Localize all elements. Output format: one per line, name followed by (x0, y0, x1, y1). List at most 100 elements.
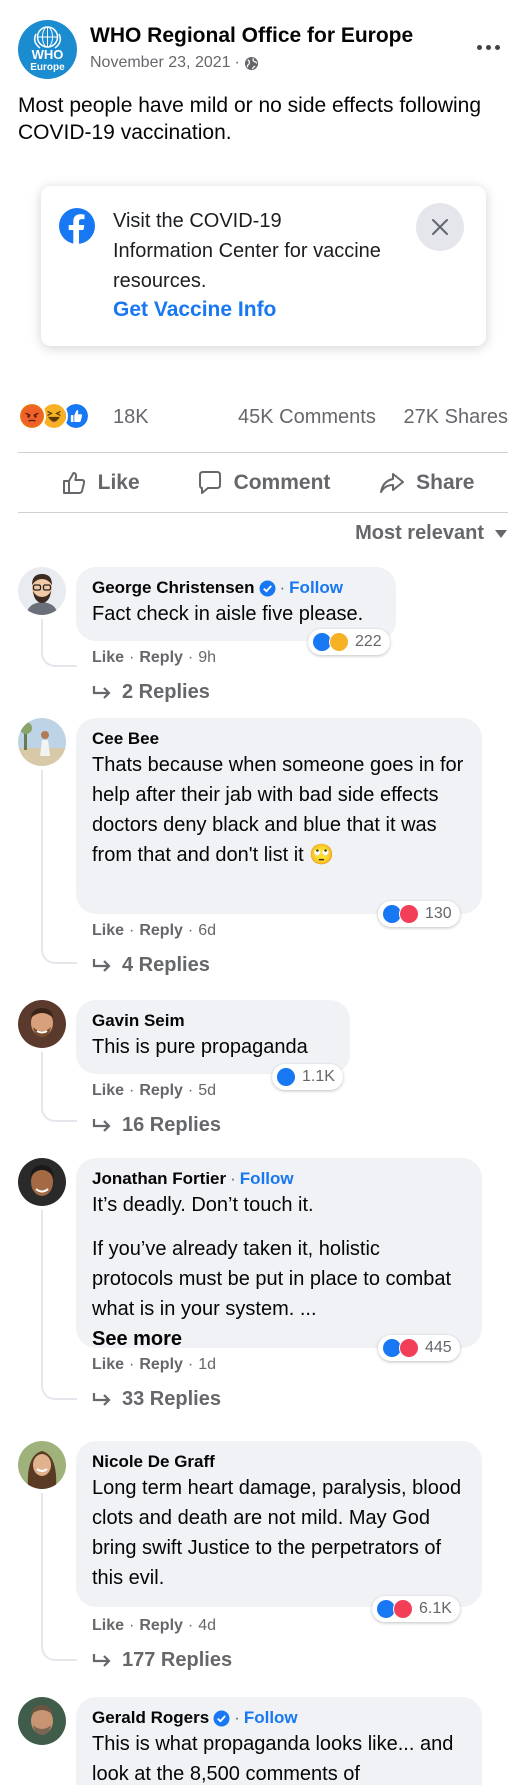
view-replies-button[interactable]: 4 Replies (92, 954, 210, 977)
comment-reactions[interactable]: 222 (308, 629, 390, 655)
comment-reply-button[interactable]: Reply (139, 649, 183, 667)
sort-comments-dropdown[interactable]: Most relevant (355, 522, 508, 545)
comment-text: It’s deadly. Don’t touch it. If you’ve a… (92, 1190, 466, 1354)
comment-time[interactable]: 4d (198, 1617, 216, 1635)
comment-actions: Like · Reply · 9h (92, 649, 216, 667)
facebook-icon (59, 208, 95, 244)
comment-bubble: Gavin Seim This is pure propaganda (76, 1000, 350, 1074)
comment-button[interactable]: Comment (181, 456, 344, 510)
comment-action-separator: · (129, 1617, 135, 1634)
comment-reply-button[interactable]: Reply (139, 1356, 183, 1374)
commenter-avatar[interactable] (18, 1697, 66, 1745)
comment-like-button[interactable]: Like (92, 649, 124, 667)
avatar-photo (18, 1441, 66, 1489)
comment: Gerald Rogers · Follow This is what prop… (18, 1697, 508, 1785)
avatar-illustration (18, 567, 66, 615)
comment-reaction-count: 130 (425, 905, 452, 922)
comment-label: Comment (233, 471, 331, 494)
comment-author-row: Jonathan Fortier · Follow (92, 1168, 466, 1190)
commenter-avatar[interactable] (18, 567, 66, 615)
commenter-avatar[interactable] (18, 1158, 66, 1206)
follow-separator: · (230, 1169, 236, 1188)
reply-arrow-icon (92, 685, 111, 699)
comment-author-row: Cee Bee (92, 728, 466, 750)
close-info-card-button[interactable] (416, 203, 464, 251)
comment-reaction-count: 6.1K (419, 1600, 452, 1617)
comment-action-separator: · (187, 1082, 194, 1099)
share-button[interactable]: Share (345, 456, 508, 510)
comment-author[interactable]: George Christensen (92, 577, 255, 599)
comment-reactions[interactable]: 445 (378, 1335, 460, 1361)
divider (18, 452, 508, 453)
share-icon (380, 473, 405, 493)
thread-line (41, 619, 77, 667)
comments-count[interactable]: 45K Comments (238, 406, 376, 429)
page-avatar[interactable]: WHO Europe (18, 20, 77, 79)
love-icon (399, 904, 419, 924)
comment-like-button[interactable]: Like (92, 1082, 124, 1100)
commenter-avatar[interactable] (18, 718, 66, 766)
shares-count[interactable]: 27K Shares (403, 406, 508, 429)
post-text: Most people have mild or no side effects… (18, 94, 482, 144)
covid-info-card: Visit the COVID-19 Information Center fo… (41, 186, 486, 346)
thread-line (41, 1493, 77, 1661)
comment-reactions[interactable]: 130 (378, 901, 460, 927)
follow-button[interactable]: Follow (240, 1168, 294, 1190)
comment-text: Thats because when someone goes in for h… (92, 754, 464, 866)
commenter-avatar[interactable] (18, 1441, 66, 1489)
comment-reactions[interactable]: 6.1K (372, 1596, 460, 1622)
comment-author[interactable]: Cee Bee (92, 728, 159, 750)
reply-arrow-icon (92, 958, 111, 972)
comment-time[interactable]: 5d (198, 1082, 216, 1100)
replies-count: 33 Replies (122, 1388, 221, 1410)
comment-reply-button[interactable]: Reply (139, 922, 183, 940)
follow-button[interactable]: Follow (289, 577, 343, 599)
comment-author-row: Gerald Rogers · Follow (92, 1707, 466, 1729)
like-label: Like (97, 471, 140, 494)
comment-reply-button[interactable]: Reply (139, 1617, 183, 1635)
comment-action-separator: · (129, 1082, 135, 1099)
love-icon (393, 1599, 413, 1619)
thumbs-up-icon (62, 472, 85, 494)
view-replies-button[interactable]: 33 Replies (92, 1388, 221, 1411)
comment-like-button[interactable]: Like (92, 922, 124, 940)
page-name[interactable]: WHO Regional Office for Europe (90, 24, 413, 48)
divider (18, 512, 508, 513)
comment-reactions[interactable]: 1.1K (272, 1064, 343, 1090)
view-replies-button[interactable]: 16 Replies (92, 1114, 221, 1137)
follow-button[interactable]: Follow (244, 1707, 298, 1729)
post-header: WHO Europe WHO Regional Office for Europ… (18, 20, 508, 82)
comment: George Christensen · Follow Fact check i… (18, 567, 508, 704)
comment-paragraph: It’s deadly. Don’t touch it. (92, 1194, 314, 1216)
avatar-photo (18, 1000, 66, 1048)
meta-separator: · (234, 54, 240, 71)
reaction-count[interactable]: 18K (113, 406, 149, 429)
see-more-link[interactable]: See more (92, 1328, 182, 1350)
comment-reply-button[interactable]: Reply (139, 1082, 183, 1100)
comment-author[interactable]: Jonathan Fortier (92, 1168, 226, 1190)
comment-author-row: Nicole De Graff (92, 1451, 466, 1473)
commenter-avatar[interactable] (18, 1000, 66, 1048)
comment-like-button[interactable]: Like (92, 1356, 124, 1374)
view-replies-button[interactable]: 177 Replies (92, 1649, 232, 1672)
comment-text: This is what propaganda looks like... an… (92, 1733, 454, 1785)
post-date[interactable]: November 23, 2021 (90, 54, 231, 72)
more-dot-icon (476, 44, 482, 50)
like-button[interactable]: Like (18, 456, 181, 510)
get-vaccine-info-link[interactable]: Get Vaccine Info (113, 298, 276, 322)
avatar-text-who: WHO (31, 47, 64, 62)
comment-author-row: George Christensen · Follow (92, 577, 380, 599)
comment-time[interactable]: 6d (198, 922, 216, 940)
comment-like-button[interactable]: Like (92, 1617, 124, 1635)
view-replies-button[interactable]: 2 Replies (92, 681, 210, 704)
replies-count: 177 Replies (122, 1649, 233, 1671)
comment-author[interactable]: Gerald Rogers (92, 1707, 209, 1729)
comment-actions: Like · Reply · 6d (92, 922, 216, 940)
more-options-button[interactable] (468, 32, 508, 62)
comment-author[interactable]: Gavin Seim (92, 1010, 185, 1032)
comment-time[interactable]: 9h (198, 649, 216, 667)
comment-time[interactable]: 1d (198, 1356, 216, 1374)
reaction-summary[interactable] (18, 402, 90, 430)
more-dot-icon (494, 44, 500, 50)
comment-author[interactable]: Nicole De Graff (92, 1451, 215, 1473)
